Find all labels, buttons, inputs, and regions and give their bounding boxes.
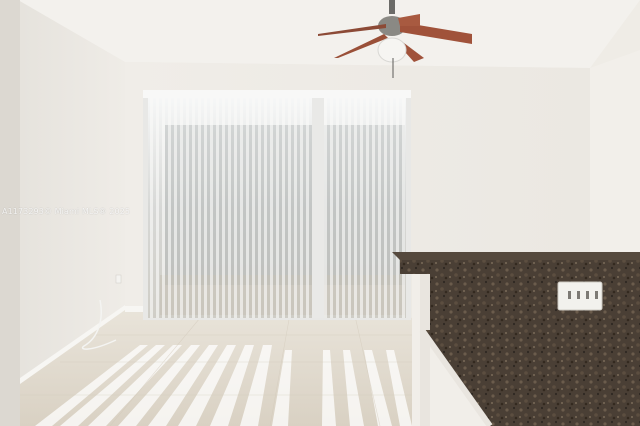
blind-slat <box>150 98 153 318</box>
blind-slat <box>378 98 381 318</box>
blind-slat <box>360 98 363 318</box>
blind-slat <box>222 98 225 318</box>
blind-slat <box>396 98 399 318</box>
blind-slat <box>324 98 327 318</box>
blind-slat <box>192 98 195 318</box>
blind-slat <box>210 98 213 318</box>
blind-slat <box>294 98 297 318</box>
blind-slat <box>234 98 237 318</box>
blind-slat <box>384 98 387 318</box>
valance <box>143 90 411 98</box>
listing-photo: A1173293© Miami MLS® 2025 <box>0 0 640 426</box>
blind-slat <box>402 98 405 318</box>
right-wall <box>590 50 640 252</box>
vertical-blinds <box>150 98 405 318</box>
kitchen-counter <box>392 252 640 426</box>
blind-slat <box>336 98 339 318</box>
blind-slat <box>258 98 261 318</box>
blind-slat <box>306 98 309 318</box>
blind-slat <box>180 98 183 318</box>
blind-slat <box>240 98 243 318</box>
blind-slat <box>168 98 171 318</box>
blind-slat <box>204 98 207 318</box>
blind-slat <box>390 98 393 318</box>
mls-watermark: A1173293© Miami MLS® 2025 <box>2 207 131 216</box>
blind-slat <box>264 98 267 318</box>
blind-slat <box>216 98 219 318</box>
blind-slat <box>300 98 303 318</box>
blind-slat <box>162 98 165 318</box>
blind-slat <box>282 98 285 318</box>
blind-slat <box>246 98 249 318</box>
blind-slat <box>252 98 255 318</box>
blind-slat <box>174 98 177 318</box>
outlet-icon <box>557 281 603 311</box>
baseboard-back <box>125 306 145 312</box>
blind-slat <box>342 98 345 318</box>
blind-slat <box>156 98 159 318</box>
blind-slat <box>366 98 369 318</box>
blind-slat <box>276 98 279 318</box>
door-mullion <box>312 98 324 318</box>
blind-slat <box>288 98 291 318</box>
blind-slat <box>228 98 231 318</box>
blind-slat <box>372 98 375 318</box>
blind-slat <box>330 98 333 318</box>
blind-slat <box>348 98 351 318</box>
blind-slat <box>270 98 273 318</box>
wall-outlet-left <box>115 274 122 284</box>
blind-slat <box>186 98 189 318</box>
blind-slat <box>354 98 357 318</box>
blind-slat <box>198 98 201 318</box>
